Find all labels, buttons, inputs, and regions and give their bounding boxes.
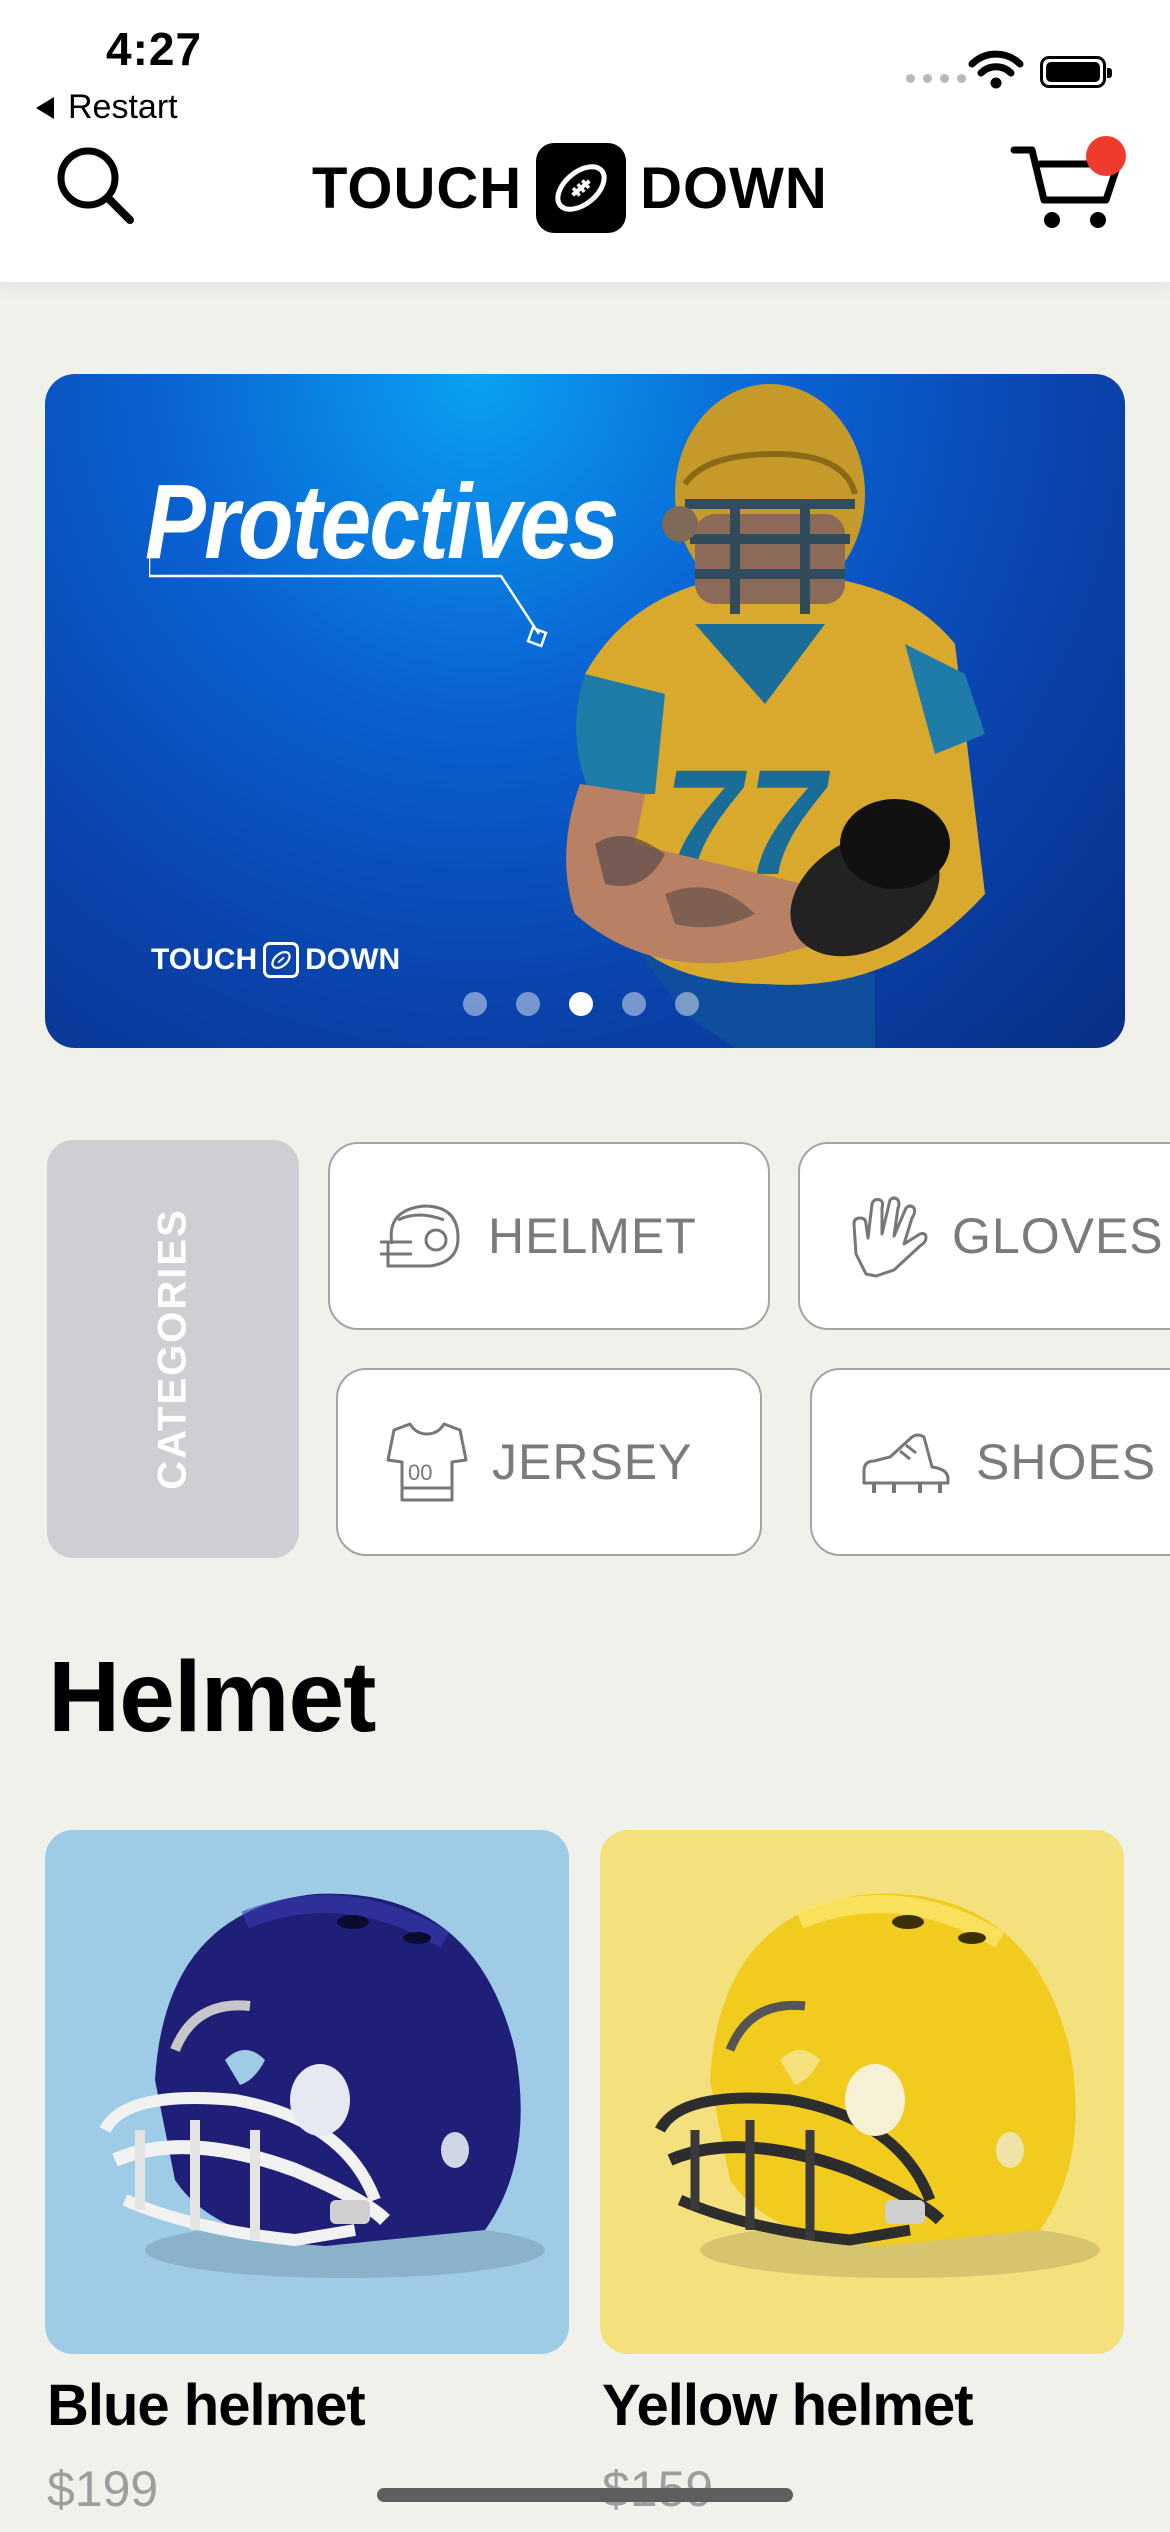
categories-tab[interactable]: CATEGORIES [47,1140,299,1558]
product-price: $199 [47,2461,159,2517]
cart-badge [1086,136,1126,176]
category-label: SHOES [976,1434,1157,1490]
banner-brand: TOUCH DOWN [151,942,400,978]
category-chip-gloves[interactable]: GLOVES [798,1142,1170,1330]
product-name[interactable]: Blue helmet [47,2372,366,2439]
carousel-dot-active[interactable] [569,992,593,1016]
section-title: Helmet [48,1641,376,1753]
carousel-dots [463,992,699,1016]
cellular-signal-icon [906,74,966,83]
category-chip-shoes[interactable]: SHOES [810,1368,1170,1556]
product-name[interactable]: Yellow helmet [602,2372,974,2439]
banner-decoration-line [149,558,548,648]
category-chip-jersey[interactable]: 00 JERSEY [336,1368,762,1556]
categories-label: CATEGORIES [150,1208,195,1490]
promo-banner[interactable]: Protectives 77 TOUCH DOWN [45,374,1125,1048]
category-label: JERSEY [492,1434,693,1490]
shoe-icon [862,1433,950,1493]
back-label: Restart [68,88,178,126]
category-chip-helmet[interactable]: HELMET [328,1142,770,1330]
helmet-icon [380,1204,460,1268]
football-logo-icon [536,143,627,233]
logo-word-right: DOWN [640,155,828,221]
search-icon[interactable] [50,140,140,230]
wifi-icon [968,50,1024,89]
status-time: 4:27 [106,23,203,75]
carousel-dot[interactable] [463,992,487,1016]
logo-word-left: TOUCH [312,155,523,221]
category-label: GLOVES [952,1208,1164,1264]
jersey-icon: 00 [386,1422,468,1502]
blue-helmet-image [99,1893,545,2278]
battery-icon [1040,56,1112,88]
back-arrow-icon [36,96,54,119]
category-label: HELMET [488,1208,697,1264]
product-card-yellow-helmet[interactable] [600,1830,1124,2354]
football-player-image: 77 [566,384,985,1048]
svg-text:00: 00 [408,1460,432,1485]
banner-brand-left: TOUCH [151,943,258,976]
carousel-dot[interactable] [675,992,699,1016]
home-indicator[interactable] [377,2488,793,2502]
product-card-blue-helmet[interactable] [45,1830,569,2354]
carousel-dot[interactable] [622,992,646,1016]
back-to-app-button[interactable]: Restart [36,88,178,127]
carousel-dot[interactable] [516,992,540,1016]
app-logo[interactable]: TOUCH DOWN [312,142,828,234]
yellow-helmet-image [655,1893,1100,2278]
banner-football-icon [263,942,300,978]
banner-brand-right: DOWN [305,943,401,976]
glove-icon [852,1196,928,1278]
